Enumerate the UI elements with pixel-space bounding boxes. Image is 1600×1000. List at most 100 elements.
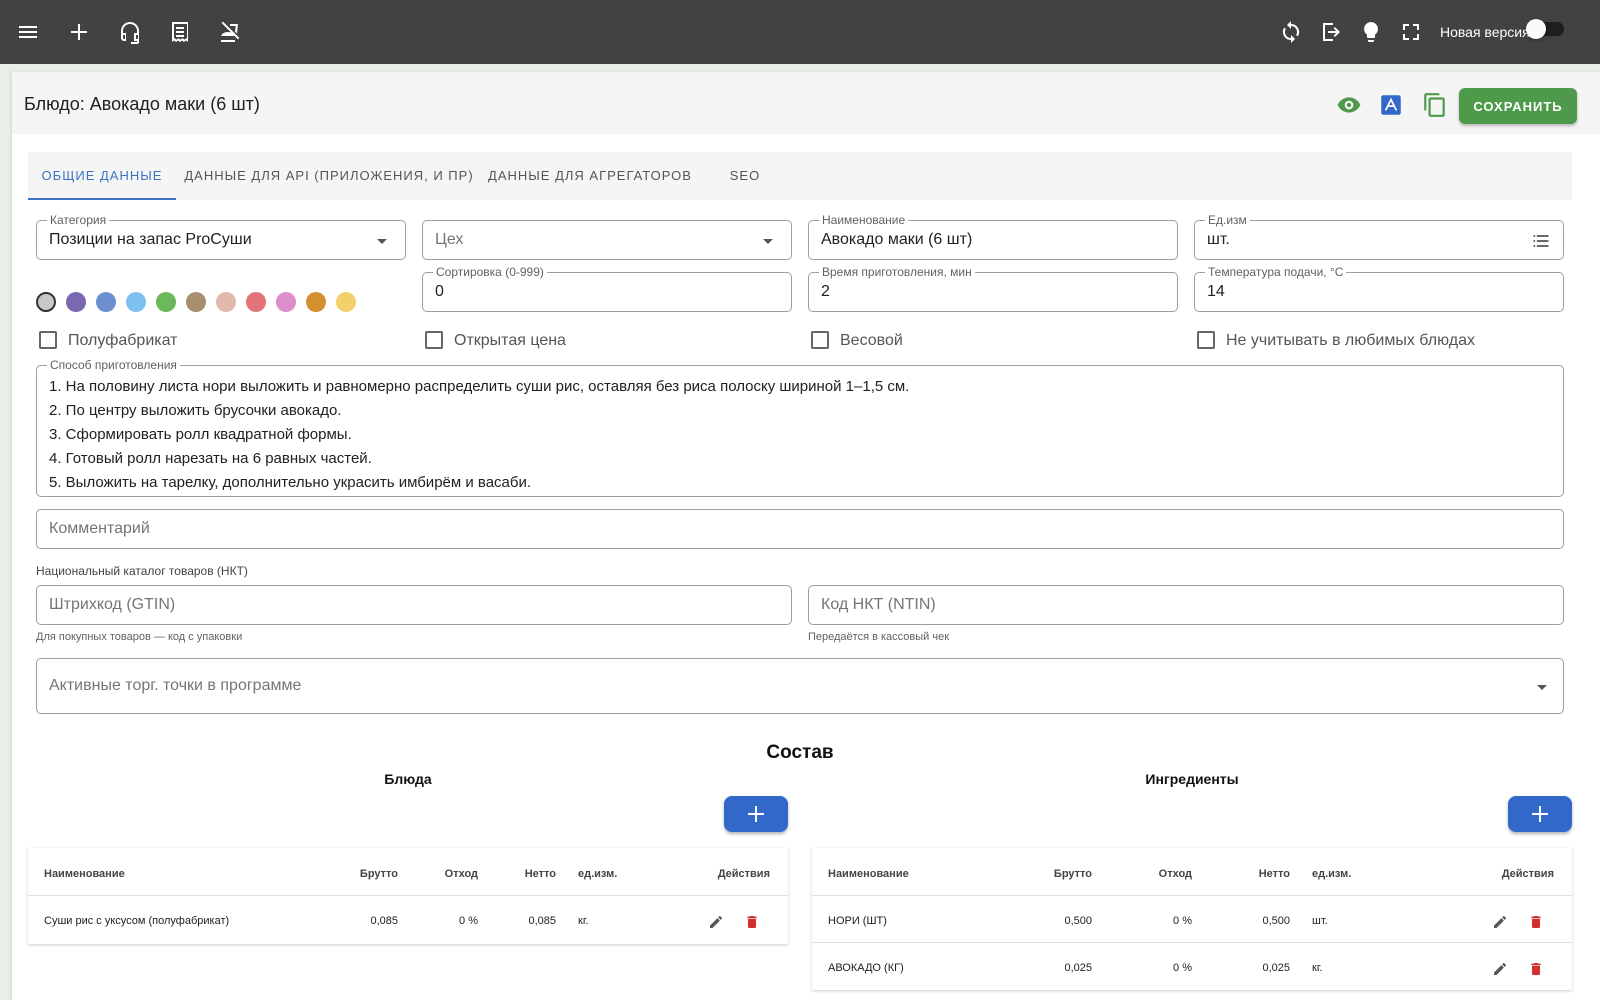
save-button[interactable]: СОХРАНИТЬ [1459, 88, 1577, 124]
delete-icon[interactable] [744, 914, 760, 930]
edit-icon[interactable] [708, 914, 724, 930]
temperature-field[interactable]: Температура подачи, °С 14 [1194, 265, 1564, 312]
recipe-textarea[interactable]: Способ приготовления 1. На половину лист… [36, 358, 1564, 497]
color-swatch[interactable] [216, 292, 236, 312]
workshop-select[interactable]: Цех [422, 220, 792, 260]
open-price-label: Открытая цена [454, 332, 566, 349]
cook-time-value: 2 [821, 283, 830, 300]
recipe-line: 5. Выложить на тарелку, дополнительно ук… [49, 474, 532, 491]
new-version-label: Новая версия [1440, 24, 1530, 40]
color-swatch[interactable] [126, 292, 146, 312]
color-swatch[interactable] [66, 292, 86, 312]
gtin-field[interactable]: Штрихкод (GTIN) [36, 585, 792, 625]
recipe-line: 4. Готовый ролл нарезать на 6 равных час… [49, 450, 372, 467]
open-price-checkbox[interactable] [425, 331, 443, 349]
col-actions: Действия [717, 868, 770, 880]
recipe-label: Способ приготовления [47, 358, 180, 372]
outlets-select[interactable]: Активные торг. точки в программе [36, 658, 1564, 714]
divider [812, 942, 1572, 943]
tab-bar: ОБЩИЕ ДАННЫЕ ДАННЫЕ ДЛЯ API (ПРИЛОЖЕНИЯ,… [28, 152, 1572, 200]
category-value: Позиции на запас ProСуши [49, 231, 252, 248]
ntin-placeholder: Код НКТ (NTIN) [821, 596, 936, 613]
cell-waste: 0 % [459, 915, 478, 927]
copy-icon[interactable] [1422, 92, 1448, 118]
color-swatch[interactable] [186, 292, 206, 312]
divider [812, 895, 1572, 896]
logout-icon[interactable] [1316, 17, 1346, 47]
add-dish-button[interactable] [724, 796, 788, 832]
temperature-label: Температура подачи, °С [1205, 265, 1347, 279]
receipt-icon[interactable] [165, 17, 195, 47]
add-ingredient-button[interactable] [1508, 796, 1572, 832]
color-swatch[interactable] [276, 292, 296, 312]
color-swatch[interactable] [246, 292, 266, 312]
headset-icon[interactable] [115, 17, 145, 47]
divider [28, 895, 788, 896]
edit-icon[interactable] [1492, 961, 1508, 977]
sort-value: 0 [435, 283, 444, 300]
cook-time-label: Время приготовления, мин [819, 265, 975, 279]
color-swatch[interactable] [306, 292, 326, 312]
food-off-icon[interactable] [215, 17, 245, 47]
refresh-icon[interactable] [1276, 17, 1306, 47]
category-label: Категория [47, 213, 110, 227]
color-swatch[interactable] [96, 292, 116, 312]
sort-label: Сортировка (0-999) [433, 265, 547, 279]
delete-icon[interactable] [1528, 914, 1544, 930]
color-swatch[interactable] [36, 292, 56, 312]
category-select[interactable]: Категория Позиции на запас ProСуши [36, 213, 406, 260]
cell-gross: 0,500 [1064, 915, 1092, 927]
ntin-field[interactable]: Код НКТ (NTIN) [808, 585, 1564, 625]
cell-unit: кг. [1312, 962, 1323, 974]
gtin-placeholder: Штрихкод (GTIN) [49, 596, 176, 613]
tab-api[interactable]: ДАННЫЕ ДЛЯ API (ПРИЛОЖЕНИЯ, И ПР) [176, 152, 482, 200]
delete-icon[interactable] [1528, 961, 1544, 977]
cell-net: 0,025 [1262, 962, 1290, 974]
lightbulb-icon[interactable] [1356, 17, 1386, 47]
list-icon[interactable] [1531, 231, 1551, 256]
toggle-knob [1526, 19, 1546, 39]
col-gross: Брутто [1053, 868, 1092, 880]
top-app-bar: Новая версия [0, 0, 1600, 64]
new-version-toggle[interactable] [1526, 19, 1564, 39]
color-swatch[interactable] [156, 292, 176, 312]
semi-finished-checkbox[interactable] [39, 331, 57, 349]
chevron-down-icon [377, 239, 387, 244]
recipe-line: 3. Сформировать ролл квадратной формы. [49, 426, 352, 443]
dish-card: Блюдо: Авокадо маки (6 шт) СОХРАНИТЬ ОБЩ… [12, 72, 1600, 1000]
menu-icon[interactable] [13, 17, 43, 47]
cook-time-field[interactable]: Время приготовления, мин 2 [808, 265, 1178, 312]
preview-eye-icon[interactable] [1336, 92, 1362, 118]
color-swatch[interactable] [336, 292, 356, 312]
tab-general[interactable]: ОБЩИЕ ДАННЫЕ [28, 152, 176, 200]
col-waste: Отход [1158, 868, 1192, 880]
fullscreen-icon[interactable] [1396, 17, 1426, 47]
cell-unit: шт. [1312, 915, 1328, 927]
unit-field[interactable]: Ед.изм шт. [1194, 213, 1564, 260]
exclude-favorites-checkbox[interactable] [1197, 331, 1215, 349]
col-actions: Действия [1501, 868, 1554, 880]
gtin-hint: Для покупных товаров — код с упаковки [36, 631, 243, 643]
tab-seo[interactable]: SEO [698, 152, 792, 200]
page-title: Блюдо: Авокадо маки (6 шт) [24, 94, 260, 114]
col-unit: ед.изм. [578, 868, 618, 880]
sort-field[interactable]: Сортировка (0-999) 0 [422, 265, 792, 312]
chevron-down-icon [763, 239, 773, 244]
recipe-line: 1. На половину листа нори выложить и рав… [49, 378, 910, 395]
col-gross: Брутто [359, 868, 398, 880]
unit-value: шт. [1207, 231, 1230, 248]
ingredients-title: Ингредиенты [1145, 771, 1239, 787]
edit-icon[interactable] [1492, 914, 1508, 930]
plus-icon[interactable] [64, 17, 94, 47]
ingredients-table: Наименование Брутто Отход Нетто ед.изм. … [812, 848, 1572, 990]
col-waste: Отход [444, 868, 478, 880]
name-field[interactable]: Наименование Авокадо маки (6 шт) [808, 213, 1178, 260]
weighted-checkbox[interactable] [811, 331, 829, 349]
composition-title: Состав [766, 742, 834, 763]
cell-name: Суши рис с уксусом (полуфабрикат) [44, 915, 230, 927]
cell-net: 0,500 [1262, 915, 1290, 927]
comment-field[interactable]: Комментарий [36, 509, 1564, 549]
pdf-icon[interactable] [1378, 92, 1404, 118]
tab-aggregators[interactable]: ДАННЫЕ ДЛЯ АГРЕГАТОРОВ [482, 152, 698, 200]
semi-finished-label: Полуфабрикат [68, 332, 178, 349]
